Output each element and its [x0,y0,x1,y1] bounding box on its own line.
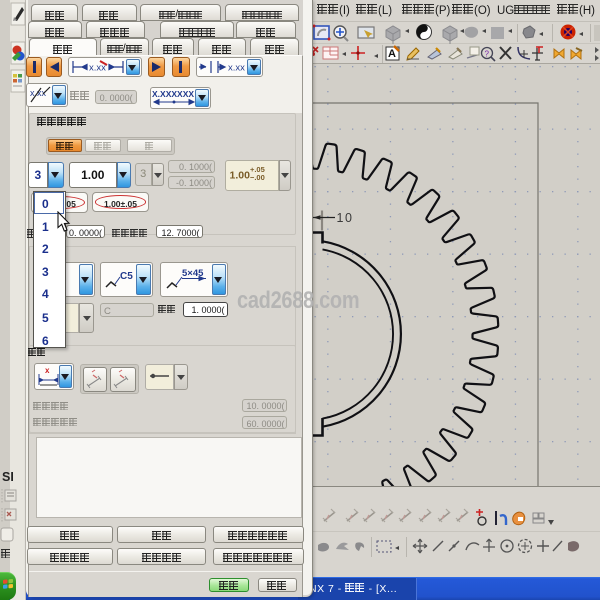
svg-text:x.xx: x.xx [228,63,245,74]
svg-text:?: ? [485,50,490,59]
svg-text:X.XXXXXX: X.XXXXXX [152,89,194,99]
svg-text:C5: C5 [120,271,133,282]
svg-text:SI: SI [2,470,14,484]
svg-text:x: x [45,366,50,375]
svg-text:A: A [388,48,396,60]
svg-text:10: 10 [337,211,354,225]
